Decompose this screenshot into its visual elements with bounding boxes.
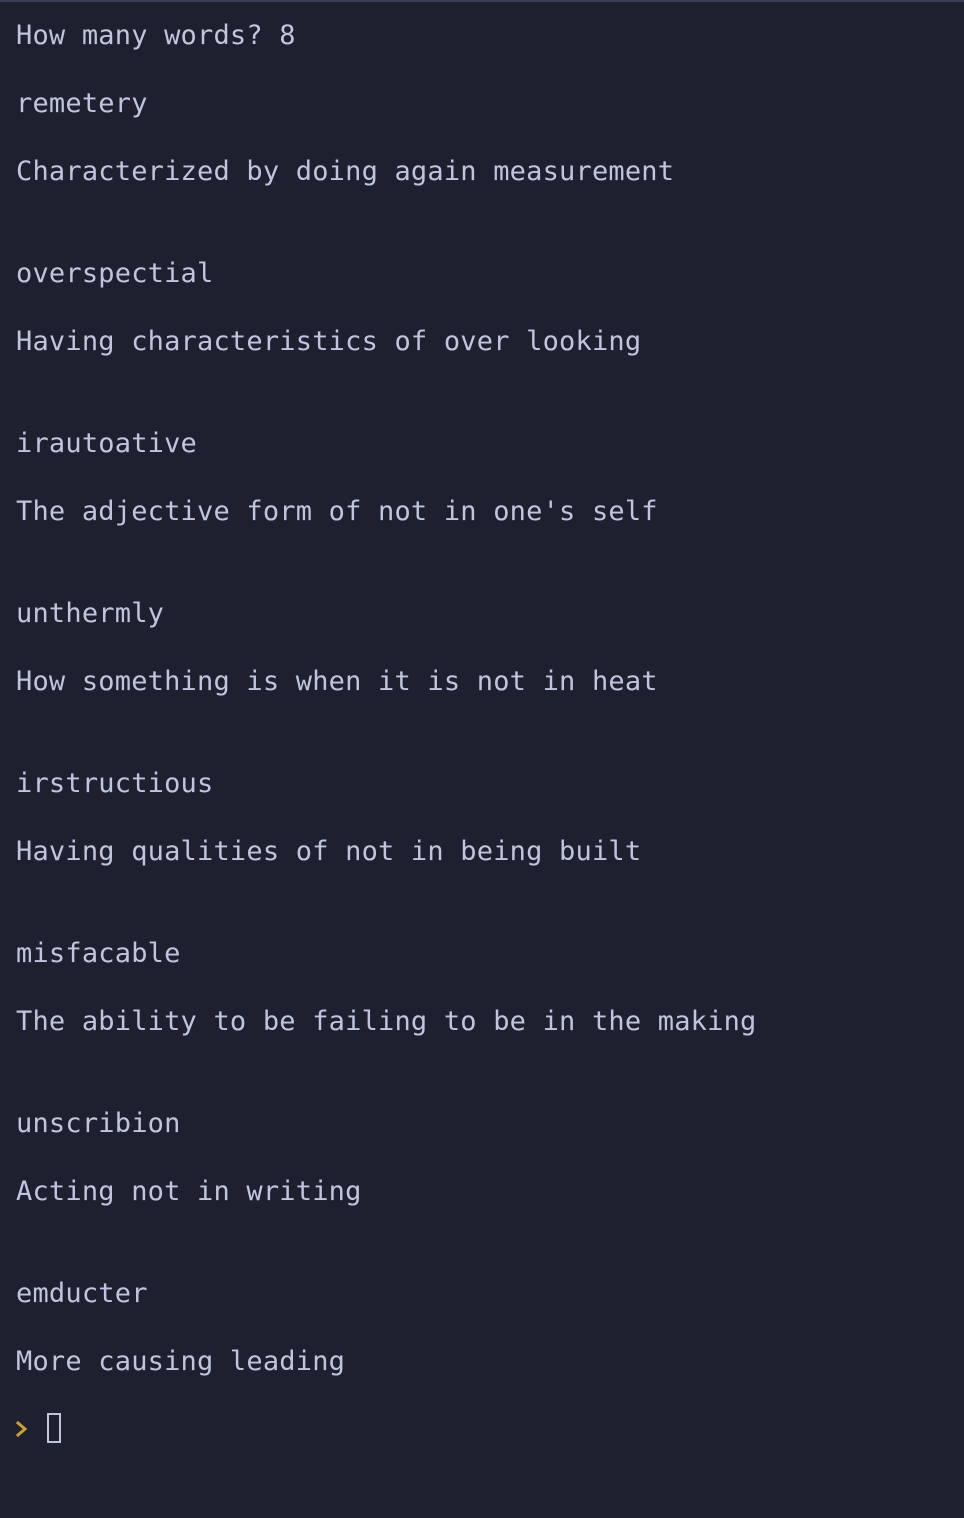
prompt-chevron-icon	[15, 1420, 34, 1440]
entry-definition: Characterized by doing again measurement	[16, 156, 675, 187]
entry-word: unscribion	[16, 1108, 181, 1139]
entry-definition: Acting not in writing	[16, 1176, 362, 1207]
entry-definition: Having qualities of not in being built	[16, 836, 642, 867]
terminal-output[interactable]: How many words? 8 remetery Characterized…	[0, 0, 964, 1518]
entry-word: irautoative	[16, 428, 198, 459]
entry-definition: Having characteristics of over looking	[16, 326, 642, 357]
entry-definition: How something is when it is not in heat	[16, 666, 658, 697]
entry-word: overspectial	[16, 258, 214, 289]
entry-word: misfacable	[16, 938, 181, 969]
entry-definition: The adjective form of not in one's self	[16, 496, 658, 527]
entry-word: irstructious	[16, 768, 214, 799]
entry-definition: The ability to be failing to be in the m…	[16, 1006, 757, 1037]
entry-word: remetery	[16, 88, 148, 119]
entry-word: unthermly	[16, 598, 165, 629]
terminal-cursor[interactable]	[47, 1413, 61, 1443]
prompt-chevron-svg	[15, 1420, 28, 1438]
word-count-question: How many words? 8	[16, 20, 296, 51]
entry-word: emducter	[16, 1278, 148, 1309]
entry-definition: More causing leading	[16, 1346, 346, 1377]
